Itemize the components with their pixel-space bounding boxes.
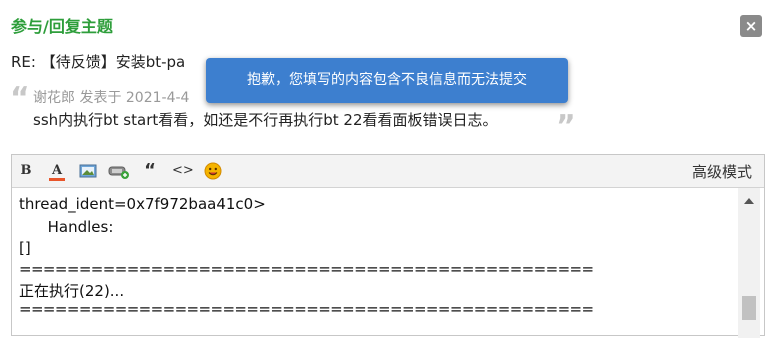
font-color-button[interactable]: A	[48, 162, 66, 181]
editor-toolbar: B A “ <> 高级模式	[12, 155, 764, 188]
close-quote-icon: ”	[556, 109, 576, 144]
error-toast: 抱歉，您填写的内容包含不良信息而无法提交	[206, 58, 568, 103]
reply-editor: B A “ <> 高级模式 thread_ident=0x7f972baa41c…	[11, 154, 765, 338]
subject-text: RE: 【待反馈】安装bt-pa	[11, 53, 186, 71]
font-color-swatch	[49, 178, 65, 181]
editor-line: 正在执行(22)...	[19, 282, 125, 300]
scroll-up-arrow-icon[interactable]	[744, 198, 754, 204]
editor-line: ========================================…	[19, 260, 594, 278]
open-quote-icon: “	[10, 81, 30, 116]
editor-textarea[interactable]: thread_ident=0x7f972baa41c0> Handles: []…	[12, 188, 738, 338]
code-button[interactable]: <>	[172, 162, 194, 180]
editor-line: Handles:	[19, 218, 114, 236]
editor-line: thread_ident=0x7f972baa41c0>	[19, 195, 266, 213]
font-color-icon: A	[51, 163, 63, 178]
bold-button[interactable]: B	[18, 162, 34, 180]
dialog-title: 参与/回复主题	[11, 17, 113, 36]
image-icon	[79, 164, 97, 178]
close-icon[interactable]: ×	[740, 15, 762, 37]
smiley-button[interactable]	[204, 162, 222, 180]
insert-image-button[interactable]	[78, 162, 98, 180]
quote-button[interactable]: “	[142, 162, 158, 180]
scrollbar-thumb[interactable]	[742, 296, 756, 320]
attachment-add-icon	[108, 166, 129, 179]
reply-subject: RE: 【待反馈】安装bt-pa	[11, 51, 185, 72]
editor-scrollbar[interactable]	[738, 188, 760, 338]
advanced-mode-link[interactable]: 高级模式	[692, 161, 752, 182]
quote-author-meta: 谢花郎 发表于 2021-4-4	[33, 90, 190, 106]
editor-line: []	[19, 239, 31, 257]
insert-attachment-button[interactable]	[108, 162, 130, 180]
editor-line: ========================================…	[19, 300, 594, 318]
smiley-icon	[204, 162, 222, 180]
quote-text: ssh内执行bt start看看，如还是不行再执行bt 22看看面板错误日志。	[33, 111, 498, 129]
